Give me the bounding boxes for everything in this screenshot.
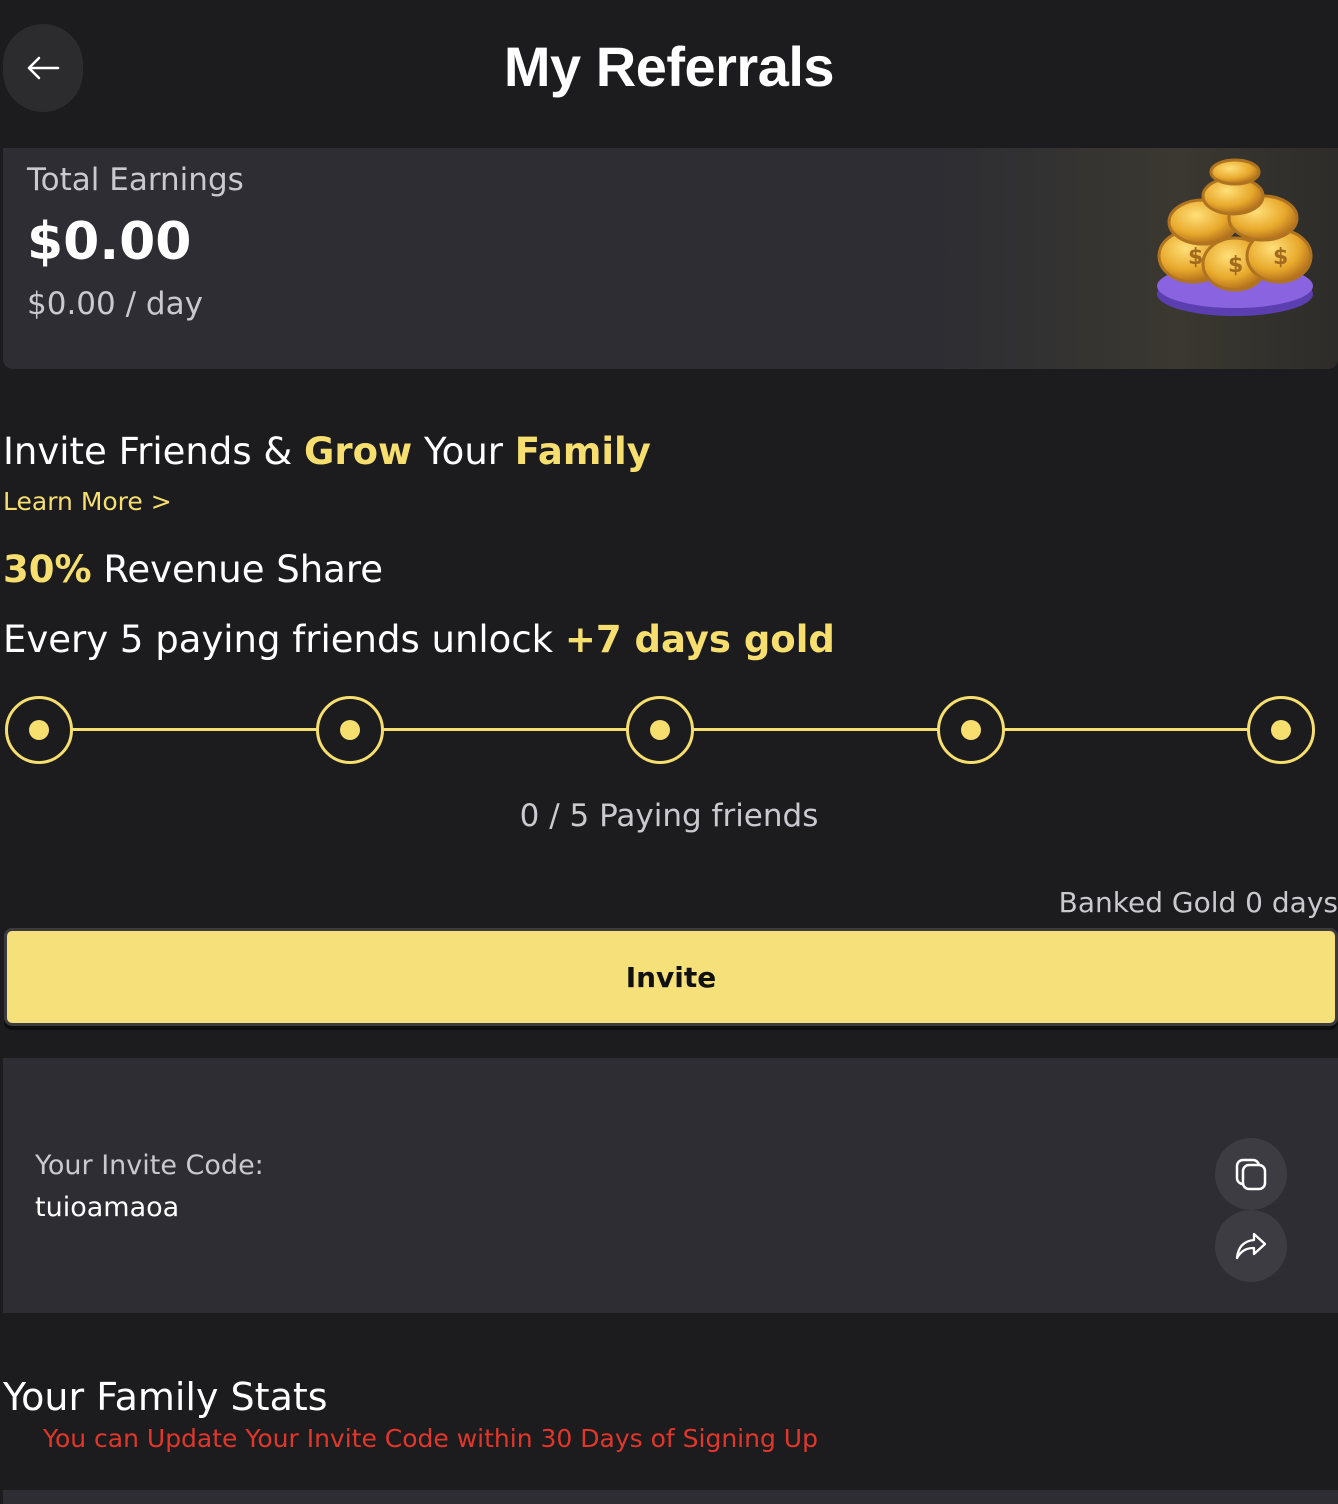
earnings-per-day: $0.00 / day — [27, 286, 203, 322]
paying-friends-progress — [5, 696, 1315, 764]
unlock-reward: +7 days gold — [564, 618, 835, 661]
invite-code-value: tuioamaoa — [35, 1192, 180, 1223]
invite-heading-text-2: Your — [412, 430, 515, 473]
progress-step — [936, 696, 1005, 764]
svg-text:$: $ — [1273, 245, 1288, 270]
progress-step — [626, 696, 694, 764]
referrals-page: My Referrals Total Earnings $0.00 $0.00 … — [0, 0, 1338, 1504]
unlock-text: Every 5 paying friends unlock — [3, 618, 565, 661]
update-code-note: You can Update Your Invite Code within 3… — [43, 1424, 818, 1453]
invite-code-label: Your Invite Code: — [35, 1150, 264, 1181]
progress-step-dot — [29, 720, 49, 740]
family-stats-title: Your Family Stats — [3, 1375, 328, 1419]
revenue-share-percent: 30% — [3, 548, 92, 591]
invite-heading-highlight-grow: Grow — [304, 430, 413, 473]
page-title: My Referrals — [503, 35, 835, 98]
progress-step — [5, 696, 73, 764]
learn-more-link[interactable]: Learn More > — [3, 487, 172, 516]
copy-icon — [1235, 1158, 1267, 1191]
coin-stack-icon: $ $ $ — [1157, 158, 1313, 316]
revenue-share-text: Revenue Share — [91, 548, 383, 591]
revenue-share-line: 30% Revenue Share — [3, 548, 383, 591]
earnings-card: Total Earnings $0.00 $0.00 / day $ $ $ — [3, 148, 1338, 369]
svg-text:$: $ — [1188, 245, 1203, 270]
svg-text:$: $ — [1228, 253, 1243, 278]
progress-step — [1247, 696, 1315, 764]
earnings-label: Total Earnings — [27, 162, 244, 198]
progress-step-dot — [960, 720, 981, 740]
family-stats-card — [3, 1490, 1338, 1504]
invite-code-card: Your Invite Code: tuioamaoa — [3, 1058, 1338, 1313]
invite-heading-text-1: Invite Friends & — [3, 430, 305, 473]
invite-heading-highlight-family: Family — [514, 430, 651, 473]
progress-step — [315, 696, 384, 764]
earnings-total: $0.00 — [27, 212, 192, 272]
invite-heading: Invite Friends & Grow Your Family — [3, 430, 651, 473]
unlock-line: Every 5 paying friends unlock +7 days go… — [3, 618, 835, 661]
invite-button[interactable]: Invite — [4, 928, 1338, 1026]
copy-code-button[interactable] — [1215, 1138, 1287, 1210]
progress-count: 0 / 5 Paying friends — [519, 798, 819, 834]
progress-step-dot — [1271, 720, 1291, 740]
progress-step-dot — [650, 720, 670, 740]
share-icon — [1235, 1232, 1267, 1260]
banked-gold: Banked Gold 0 days — [1058, 886, 1338, 919]
share-code-button[interactable] — [1215, 1210, 1287, 1282]
progress-step-dot — [339, 720, 360, 740]
